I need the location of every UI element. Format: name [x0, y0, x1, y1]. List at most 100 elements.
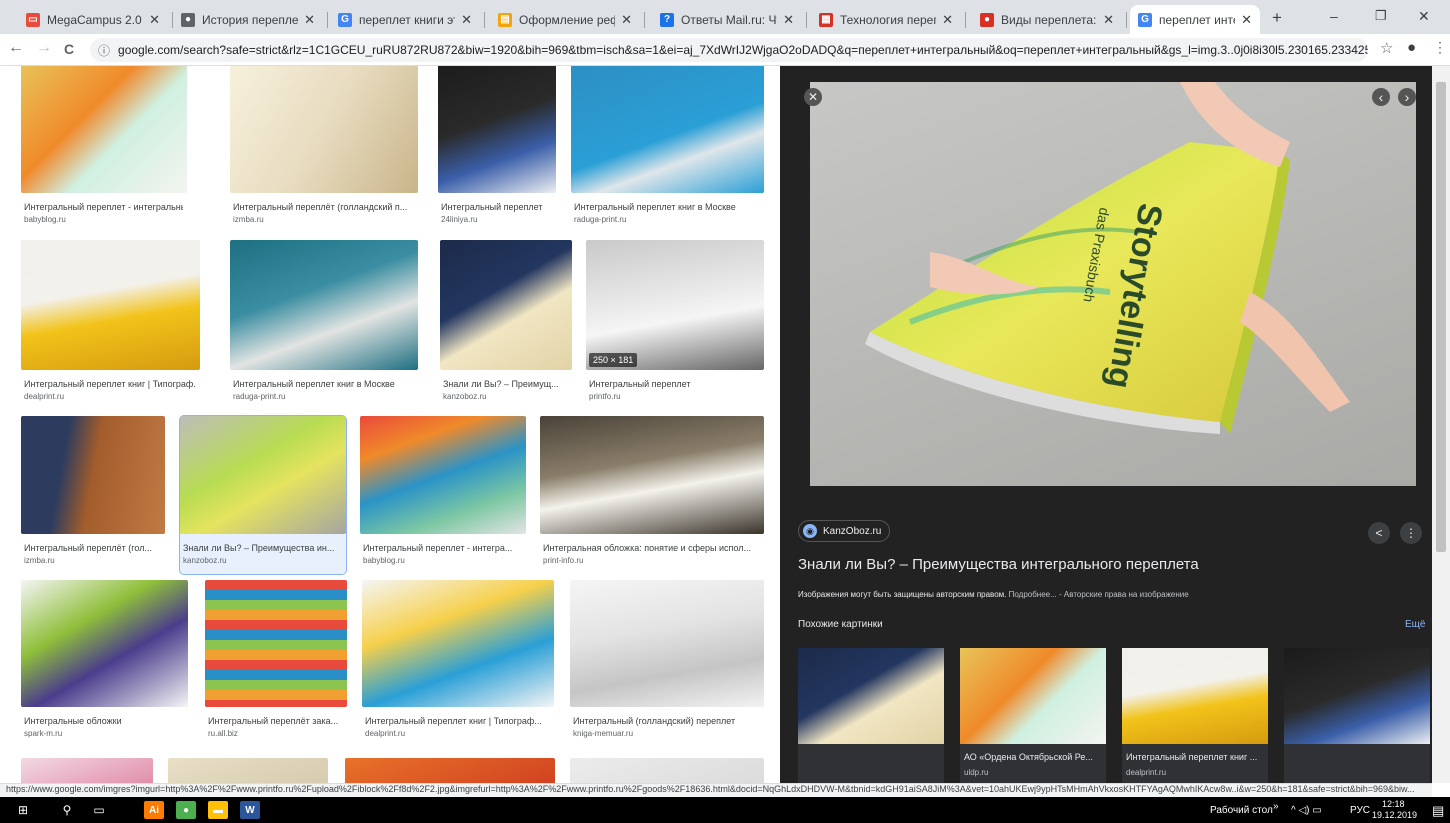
result-caption[interactable]: Интегральный переплет книг | Типограф...	[365, 716, 549, 726]
result-thumbnail[interactable]	[21, 66, 187, 193]
prev-image-icon[interactable]: ‹	[1372, 88, 1390, 106]
result-thumbnail[interactable]	[21, 416, 165, 534]
tab-close-icon[interactable]: ✕	[621, 12, 632, 28]
similar-caption[interactable]: Интегральный переплет книг ...	[1126, 752, 1264, 762]
image-result-card[interactable]	[345, 758, 555, 783]
tab-close-icon[interactable]: ✕	[461, 12, 472, 28]
copyright-link[interactable]: Авторские права на изображение	[1064, 590, 1189, 599]
result-thumbnail[interactable]	[180, 416, 346, 534]
clock-time[interactable]: 12:18	[1382, 799, 1405, 809]
start-icon[interactable]: ⊞	[14, 801, 32, 819]
scrollbar-thumb[interactable]	[1436, 82, 1446, 552]
restore-button[interactable]: ❐	[1375, 8, 1387, 24]
similar-thumbnail[interactable]	[798, 648, 944, 744]
tab-close-icon[interactable]: ✕	[783, 12, 794, 28]
image-result-card[interactable]: Интегральная обложка: понятие и сферы ис…	[540, 416, 764, 574]
similar-image-card[interactable]: Интегральный переплет книг ... dealprint.…	[1122, 648, 1268, 783]
close-preview-icon[interactable]: ✕	[804, 88, 822, 106]
result-caption[interactable]: Интегральный переплет книг в Москве	[233, 379, 413, 389]
similar-thumbnail[interactable]	[1122, 648, 1268, 744]
result-thumbnail[interactable]: 250 × 181	[586, 240, 764, 370]
image-result-card[interactable]: Интегральный переплёт (гол... izmba.ru	[21, 416, 165, 574]
reload-icon[interactable]: C	[64, 41, 74, 57]
result-caption[interactable]: Интегральный переплет - интегра...	[363, 543, 522, 553]
result-thumbnail[interactable]	[360, 416, 526, 534]
new-tab-button[interactable]: +	[1272, 8, 1282, 28]
result-thumbnail[interactable]	[230, 240, 418, 370]
vertical-scrollbar[interactable]	[1432, 66, 1450, 783]
language-indicator[interactable]: РУС	[1350, 805, 1370, 816]
similar-caption[interactable]: АО «Ордена Октябрьской Ре...	[964, 752, 1102, 762]
result-thumbnail[interactable]	[570, 580, 764, 707]
tab-close-icon[interactable]: ✕	[304, 12, 315, 28]
image-result-card[interactable]: Интегральный переплёт (голландский п... i…	[230, 66, 418, 233]
similar-image-card[interactable]	[1284, 648, 1430, 783]
tab-close-icon[interactable]: ✕	[1241, 12, 1252, 28]
result-thumbnail[interactable]	[571, 66, 764, 193]
result-thumbnail[interactable]	[21, 580, 188, 707]
result-caption[interactable]: Интегральная обложка: понятие и сферы ис…	[543, 543, 758, 553]
tab-6[interactable]: ▦ Технология переплета ✕	[811, 5, 961, 34]
toolbar-chevron-icon[interactable]: »	[1273, 801, 1279, 812]
next-image-icon[interactable]: ›	[1398, 88, 1416, 106]
tab-5[interactable]: ? Ответы Mail.ru: Что раньше ✕	[652, 5, 802, 34]
image-result-card[interactable]: Знали ли Вы? – Преимущества ин... kanzobo…	[179, 415, 347, 575]
tab-4[interactable]: ▤ Оформление реферата по ✕	[490, 5, 640, 34]
image-result-card[interactable]: Интегральный переплет 24liniya.ru	[438, 66, 556, 233]
back-icon[interactable]: ←	[8, 39, 24, 57]
clock-date[interactable]: 19.12.2019	[1372, 810, 1417, 820]
image-result-card[interactable]: Интегральный переплёт зака... ru.all.biz	[205, 580, 347, 747]
image-result-card[interactable]: Интегральный переплет книг | Типограф...…	[21, 240, 200, 410]
similar-image-card[interactable]	[798, 648, 944, 783]
minimize-button[interactable]: –	[1330, 8, 1338, 24]
similar-image-card[interactable]: АО «Ордена Октябрьской Ре... uldp.ru	[960, 648, 1106, 783]
image-result-card[interactable]: Интегральный переплет книг в Москве radug…	[571, 66, 764, 233]
menu-icon[interactable]: ⋮	[1433, 39, 1447, 56]
result-caption[interactable]: Интегральные обложки	[24, 716, 184, 726]
image-result-card[interactable]: 250 × 181 Интегральный переплет printfo.ru	[586, 240, 764, 410]
tab-2[interactable]: ● История переплета ✕	[173, 5, 323, 34]
result-thumbnail[interactable]	[168, 758, 328, 783]
image-result-card[interactable]: Интегральный переплет книг в Москве radug…	[230, 240, 418, 410]
site-info-icon[interactable]: ⓘ	[98, 42, 110, 59]
forward-icon[interactable]: →	[36, 39, 52, 57]
profile-icon[interactable]: ●	[1407, 39, 1416, 56]
result-thumbnail[interactable]	[570, 758, 764, 783]
tab-7[interactable]: ● Виды переплета: все, что ✕	[972, 5, 1122, 34]
image-result-card[interactable]: Знали ли Вы? – Преимущ... kanzoboz.ru	[440, 240, 572, 410]
preview-title-link[interactable]: Знали ли Вы? – Преимущества интегральног…	[798, 556, 1199, 573]
result-thumbnail[interactable]	[362, 580, 554, 707]
learn-more-link[interactable]: Подробнее...	[1009, 590, 1057, 599]
result-caption[interactable]: Интегральный переплет книг в Москве	[574, 202, 759, 212]
image-result-card[interactable]: Интегральный переплет - интегральный ...…	[21, 66, 187, 233]
result-thumbnail[interactable]	[205, 580, 347, 707]
result-caption[interactable]: Интегральный переплет	[589, 379, 760, 389]
tab-3[interactable]: Gпереплет книги это - Пои ✕	[330, 5, 480, 34]
result-caption[interactable]: Интегральный переплет - интегральный ...	[24, 202, 183, 212]
result-caption[interactable]: Интегральный (голландский) переплет	[573, 716, 759, 726]
result-thumbnail[interactable]	[540, 416, 764, 534]
word-taskbar-icon[interactable]: W	[240, 801, 260, 819]
result-thumbnail[interactable]	[345, 758, 555, 783]
explorer-taskbar-icon[interactable]: ▬	[208, 801, 228, 819]
preview-image[interactable]: Storytelling das Praxisbuch	[810, 82, 1416, 486]
desktop-toolbar-label[interactable]: Рабочий стол	[1210, 805, 1273, 816]
result-caption[interactable]: Знали ли Вы? – Преимущ...	[443, 379, 570, 389]
result-caption[interactable]: Интегральный переплёт зака...	[208, 716, 344, 726]
illustrator-taskbar-icon[interactable]: Ai	[144, 801, 164, 819]
image-result-card[interactable]	[168, 758, 328, 783]
image-result-card[interactable]	[21, 758, 153, 783]
result-caption[interactable]: Интегральный переплёт (голландский п...	[233, 202, 413, 212]
address-bar[interactable]: ⓘ google.com/search?safe=strict&rlz=1C1G…	[90, 38, 1368, 62]
result-thumbnail[interactable]	[21, 240, 200, 370]
taskbar-search-icon[interactable]: ⚲	[58, 801, 76, 819]
more-options-icon[interactable]: ⋮	[1400, 522, 1422, 544]
tab-close-icon[interactable]: ✕	[942, 12, 953, 28]
notifications-icon[interactable]: ▤	[1432, 803, 1444, 819]
image-result-card[interactable]: Интегральный переплет - интегра... babybl…	[360, 416, 526, 574]
tab-close-icon[interactable]: ✕	[149, 12, 160, 28]
close-window-button[interactable]: ✕	[1418, 8, 1430, 25]
star-icon[interactable]: ☆	[1380, 39, 1393, 57]
tab-close-icon[interactable]: ✕	[1103, 12, 1114, 28]
source-site-chip[interactable]: ◉ KanzOboz.ru	[798, 520, 891, 542]
